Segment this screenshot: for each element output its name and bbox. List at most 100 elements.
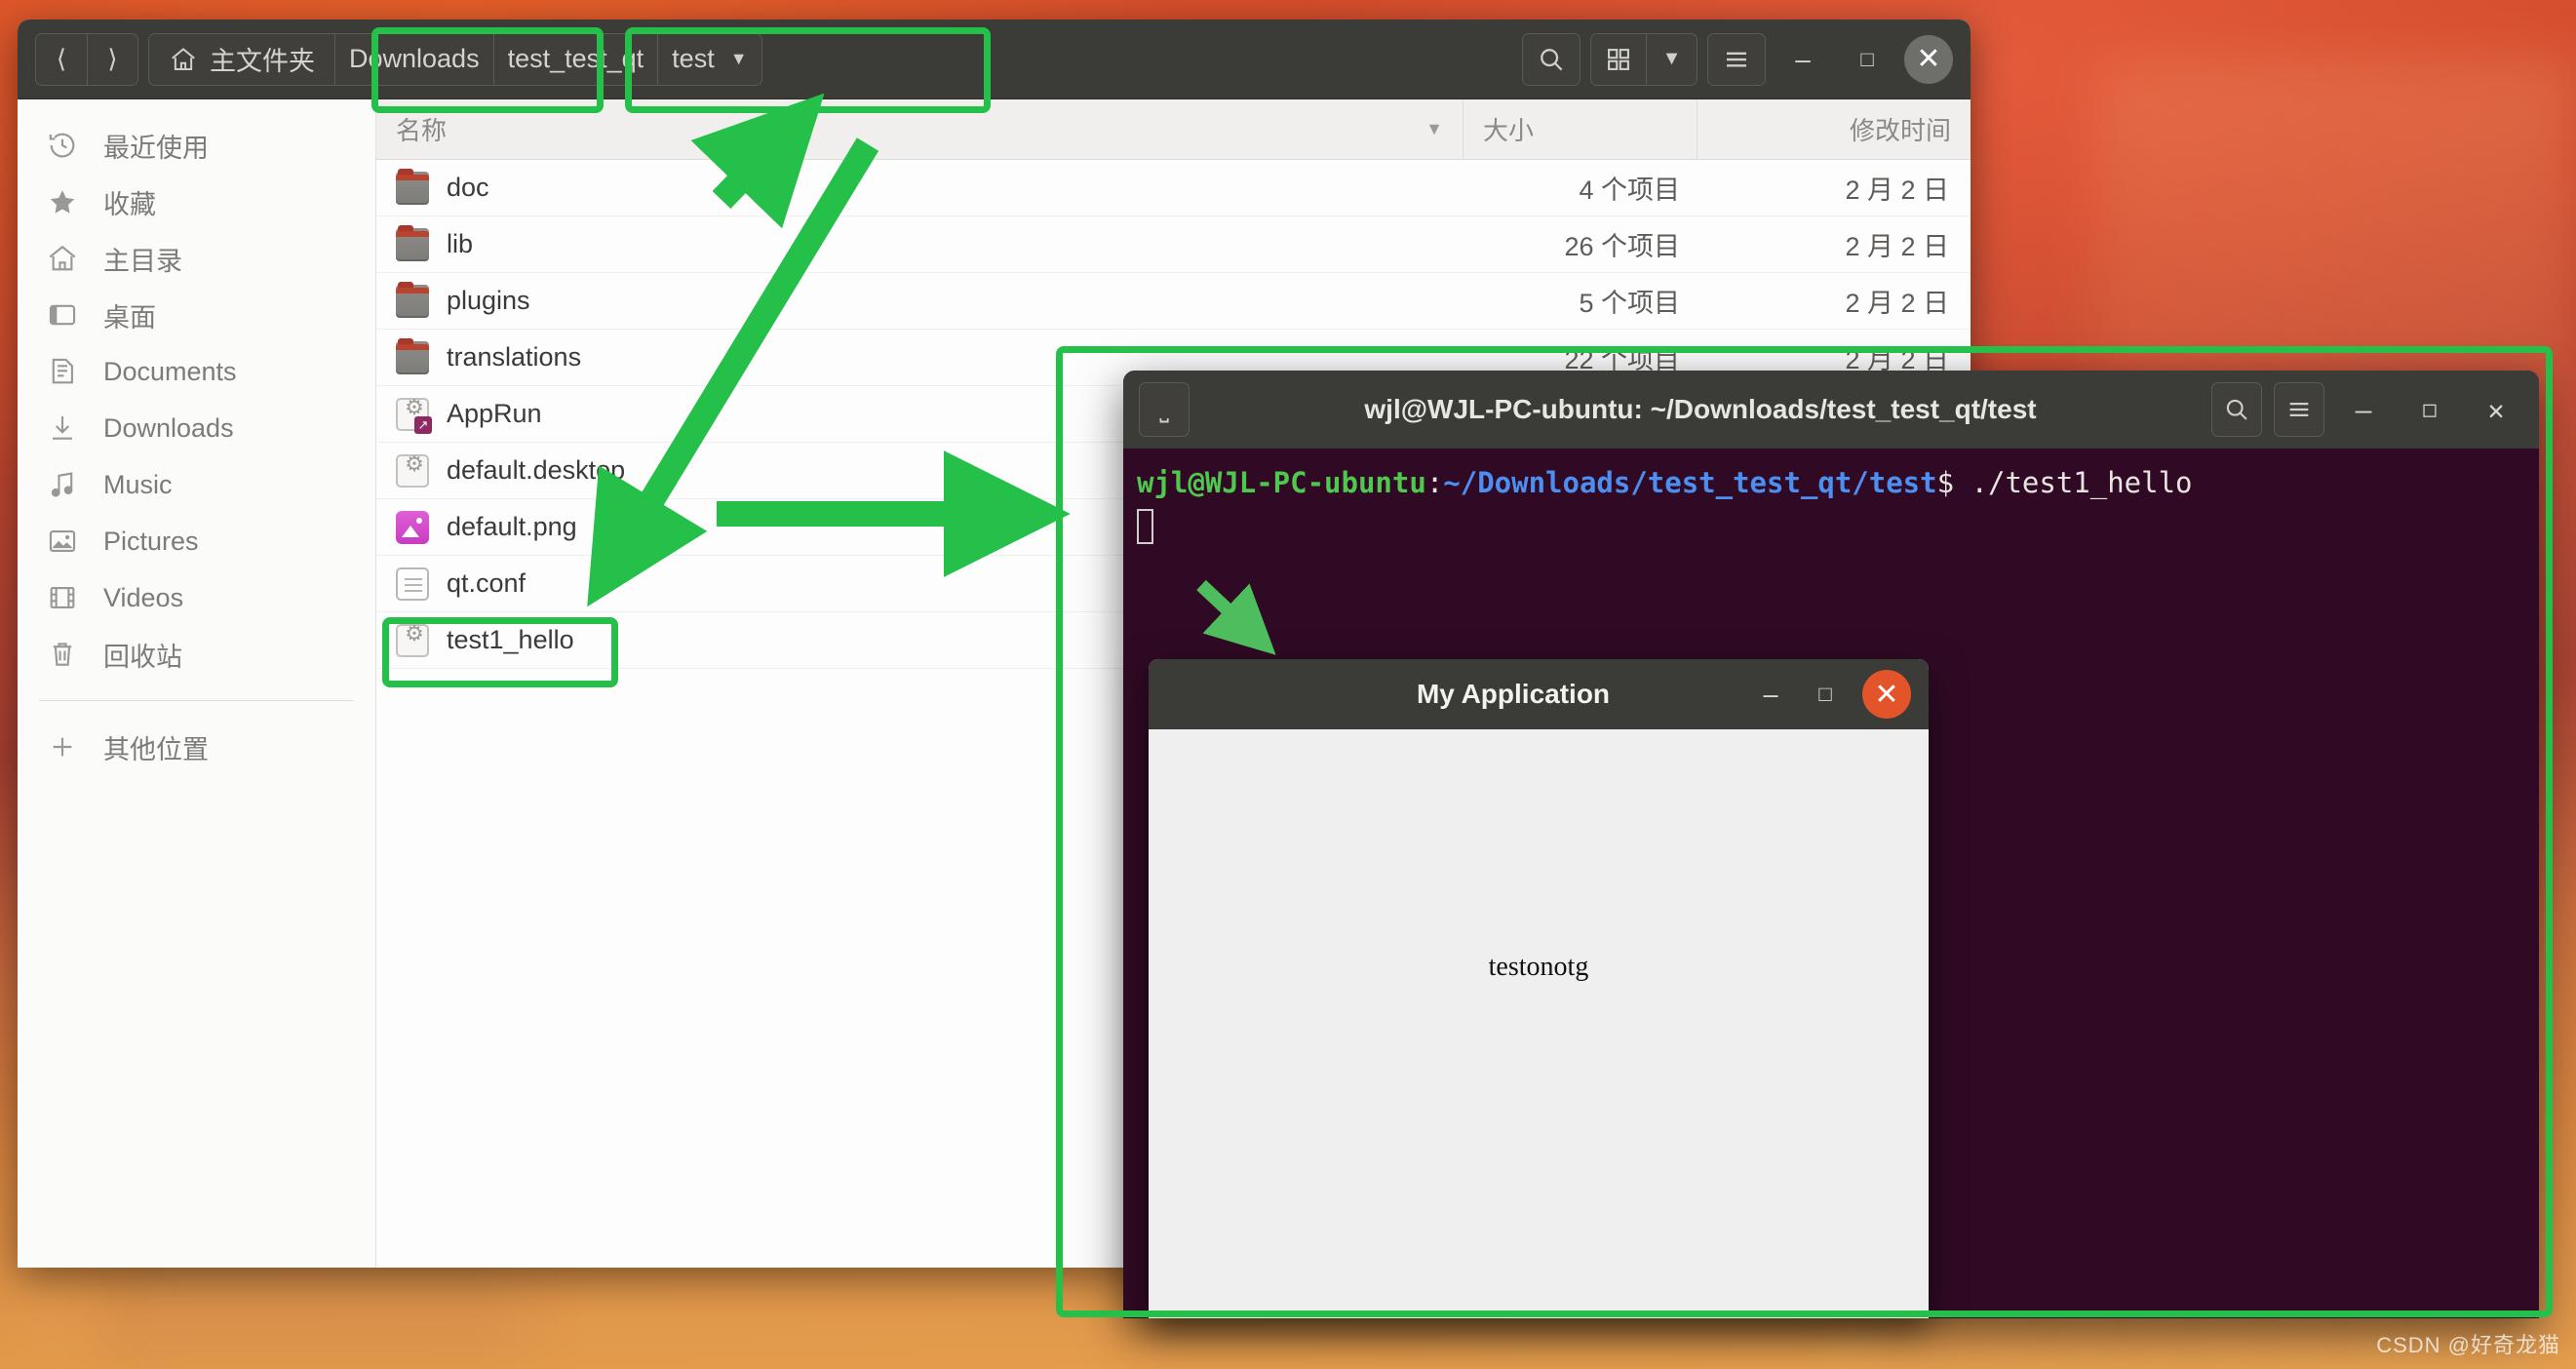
search-icon	[2226, 399, 2247, 420]
sidebar-item-documents[interactable]: Documents	[18, 343, 375, 400]
hamburger-menu-icon	[1727, 52, 1746, 66]
executable-link-icon: ↗	[396, 395, 432, 434]
download-arrow-icon	[43, 409, 82, 448]
view-mode-group: ▼	[1590, 32, 1698, 86]
file-name-cell: doc	[376, 168, 1464, 205]
sidebar-item-label: 收藏	[103, 189, 156, 219]
file-manager-headerbar: ⟨ ⟩ 主文件夹 Downloads test_test_qt test ▼ ▼…	[18, 20, 1971, 99]
terminal-maximize-button[interactable]: □	[2402, 382, 2457, 437]
sidebar-item-label: 最近使用	[103, 133, 209, 163]
folder-icon	[396, 281, 429, 318]
new-tab-icon: ⎵	[1159, 396, 1169, 423]
maximize-icon: □	[1860, 46, 1874, 71]
sidebar-item-label: Music	[103, 469, 173, 499]
sort-descending-icon: ▼	[1425, 119, 1443, 138]
file-modified-cell: 2 月 2 日	[1845, 176, 1949, 205]
chevron-left-icon: ⟨	[56, 44, 67, 73]
breadcrumb-test[interactable]: test ▼	[657, 33, 761, 85]
table-row[interactable]: doc 4 个项目 2 月 2 日	[376, 160, 1971, 216]
executable-icon	[396, 621, 431, 657]
close-button[interactable]: ✕	[1904, 34, 1953, 84]
sidebar-item-videos[interactable]: Videos	[18, 569, 375, 626]
file-size-cell: 26 个项目	[1564, 232, 1680, 261]
qt-close-button[interactable]: ✕	[1862, 670, 1911, 719]
forward-button[interactable]: ⟩	[87, 33, 137, 85]
terminal-close-button[interactable]: ✕	[2469, 382, 2523, 437]
sidebar-item-pictures[interactable]: Pictures	[18, 513, 375, 569]
search-button[interactable]	[1523, 33, 1580, 85]
column-header-name[interactable]: 名称 ▼	[376, 99, 1464, 159]
minimize-icon: –	[1763, 679, 1778, 709]
desktop: ⟨ ⟩ 主文件夹 Downloads test_test_qt test ▼ ▼…	[0, 0, 2576, 1369]
folder-icon	[396, 168, 429, 205]
breadcrumb-home-label: 主文件夹	[210, 47, 315, 76]
chevron-down-icon: ▼	[729, 49, 748, 68]
sidebar-item-downloads[interactable]: Downloads	[18, 400, 375, 456]
home-icon	[172, 47, 195, 70]
terminal-output[interactable]: wjl@WJL-PC-ubuntu:~/Downloads/test_test_…	[1123, 449, 2539, 554]
new-tab-button[interactable]: ⎵	[1139, 382, 1190, 437]
terminal-minimize-button[interactable]: –	[2336, 382, 2391, 437]
sidebar-item-trash[interactable]: 回收站	[18, 626, 375, 683]
executable-icon	[396, 451, 431, 488]
picture-icon	[43, 522, 82, 561]
sidebar-item-music[interactable]: Music	[18, 456, 375, 513]
chevron-down-icon: ▼	[1661, 48, 1682, 69]
sidebar-item-label: 回收站	[103, 642, 182, 672]
text-document-icon	[396, 567, 429, 601]
column-header-size[interactable]: 大小	[1464, 99, 1698, 159]
terminal-cursor	[1137, 509, 1153, 545]
column-header-modified[interactable]: 修改时间	[1698, 99, 1971, 159]
app-menu-group	[1707, 32, 1766, 86]
close-icon: ✕	[1874, 678, 1899, 711]
file-name-cell: translations	[376, 337, 1464, 374]
table-row[interactable]: plugins 5 个项目 2 月 2 日	[376, 273, 1971, 330]
grid-view-button[interactable]	[1591, 33, 1646, 85]
terminal-prompt-dollar: $	[1936, 466, 1955, 499]
nav-buttons-group: ⟨ ⟩	[35, 32, 138, 86]
view-options-dropdown[interactable]: ▼	[1646, 33, 1697, 85]
terminal-prompt-user: wjl@WJL-PC-ubuntu	[1137, 466, 1426, 499]
sidebar: 最近使用 收藏 主目录 桌面 Documents Downloads Music…	[18, 99, 376, 1268]
search-button-group	[1522, 32, 1581, 86]
sidebar-item-recent[interactable]: 最近使用	[18, 117, 375, 174]
plus-icon	[43, 727, 82, 766]
file-size-cell: 4 个项目	[1579, 176, 1680, 205]
sidebar-item-home[interactable]: 主目录	[18, 230, 375, 287]
breadcrumb-test-test-qt[interactable]: test_test_qt	[492, 33, 658, 85]
qt-minimize-button[interactable]: –	[1743, 667, 1798, 722]
minimize-icon: –	[1795, 43, 1811, 74]
terminal-search-button[interactable]	[2211, 382, 2262, 437]
maximize-icon: □	[2423, 397, 2437, 422]
folder-icon	[396, 337, 429, 374]
qt-window-title: My Application	[1416, 679, 1611, 709]
table-row[interactable]: lib 26 个项目 2 月 2 日	[376, 216, 1971, 273]
breadcrumb-home[interactable]: 主文件夹	[149, 33, 334, 85]
sidebar-item-desktop[interactable]: 桌面	[18, 287, 375, 343]
breadcrumb: 主文件夹 Downloads test_test_qt test ▼	[148, 32, 762, 86]
close-icon: ✕	[2487, 393, 2505, 426]
breadcrumb-downloads[interactable]: Downloads	[334, 33, 493, 85]
home-icon	[43, 239, 82, 278]
hamburger-menu-button[interactable]	[1708, 33, 1765, 85]
desktop-icon	[43, 295, 82, 334]
symlink-badge-icon: ↗	[414, 415, 432, 434]
close-icon: ✕	[1916, 43, 1941, 75]
terminal-command: ./test1_hello	[1954, 466, 2193, 499]
terminal-prompt-colon: :	[1425, 466, 1444, 499]
terminal-menu-button[interactable]	[2274, 382, 2324, 437]
file-modified-cell: 2 月 2 日	[1845, 289, 1949, 318]
maximize-icon: □	[1818, 682, 1832, 706]
sidebar-item-other-locations[interactable]: 其他位置	[18, 719, 375, 775]
sidebar-item-starred[interactable]: 收藏	[18, 174, 375, 230]
sidebar-divider	[39, 700, 354, 701]
sidebar-item-label: Videos	[103, 582, 184, 612]
maximize-button[interactable]: □	[1840, 32, 1894, 87]
sidebar-item-label: Pictures	[103, 526, 199, 556]
hamburger-menu-icon	[2289, 403, 2309, 416]
grid-view-icon	[1608, 48, 1629, 70]
back-button[interactable]: ⟨	[36, 33, 87, 85]
qt-maximize-button[interactable]: □	[1798, 667, 1853, 722]
music-note-icon	[43, 465, 82, 504]
minimize-button[interactable]: –	[1776, 32, 1830, 87]
